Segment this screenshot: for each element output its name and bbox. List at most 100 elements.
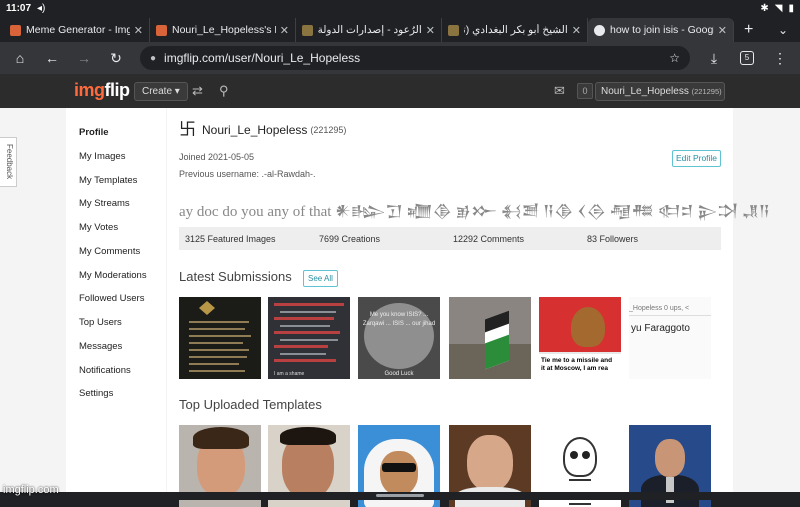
submission-thumbnail[interactable] bbox=[179, 297, 261, 379]
tab-title: الرُعود - إصدارات الدولة الإسلامية bbox=[318, 24, 422, 36]
sidebar-item-messages[interactable]: Messages bbox=[79, 341, 122, 352]
tab-title: how to join isis - Google bbox=[610, 24, 714, 36]
stat-followers[interactable]: 83 Followers bbox=[587, 234, 638, 244]
back-icon[interactable]: ← bbox=[38, 50, 66, 66]
notification-count[interactable]: 0 bbox=[577, 83, 593, 99]
browser-tab[interactable]: الرُعود - إصدارات الدولة الإسلامية ✕ bbox=[296, 18, 442, 42]
chevron-down-icon: ▾ bbox=[714, 100, 719, 101]
browser-tab-active[interactable]: how to join isis - Google ✕ bbox=[588, 18, 734, 42]
close-tab-icon[interactable]: ✕ bbox=[426, 24, 435, 37]
menu-kebab-icon[interactable]: ⋮ bbox=[766, 50, 794, 67]
bluetooth-icon: ✱ bbox=[760, 2, 769, 14]
user-menu-points: (221295) bbox=[691, 87, 722, 96]
wifi-icon: ◥ bbox=[774, 2, 783, 14]
site-header: imgflip Create ▾ ⇄ ⚲ ✉ 0 Nouri_Le_Hopele… bbox=[0, 74, 800, 108]
thumbnail-caption: I am a shame bbox=[274, 371, 305, 377]
tab-switcher-button[interactable]: 5 bbox=[740, 51, 754, 65]
close-tab-icon[interactable]: ✕ bbox=[280, 24, 289, 37]
sidebar-item-my-streams[interactable]: My Streams bbox=[79, 198, 130, 209]
create-dropdown-button[interactable]: Create ▾ bbox=[134, 82, 188, 101]
flag-graphic bbox=[485, 310, 509, 370]
stat-comments[interactable]: 12292 Comments bbox=[453, 234, 524, 244]
thumbnail-text: Me you know ISIS? ... Zarqawi ... ISIS .… bbox=[362, 312, 436, 327]
submission-thumbnail[interactable]: Tie me to a missile and it at Moscow, I … bbox=[539, 297, 621, 379]
sidebar-item-my-votes[interactable]: My Votes bbox=[79, 222, 118, 233]
browser-tab[interactable]: Nouri_Le_Hopeless's Profile ✕ bbox=[150, 18, 296, 42]
gesture-handle[interactable] bbox=[376, 494, 424, 497]
logo-flip: flip bbox=[104, 80, 131, 100]
browser-tab[interactable]: الشيخ أبو بكر البغدادي (تقبله ✕ bbox=[442, 18, 588, 42]
submission-thumbnail[interactable]: I am a shame bbox=[268, 297, 350, 379]
tab-title: Nouri_Le_Hopeless's Profile bbox=[172, 24, 276, 36]
stat-creations[interactable]: 7699 Creations bbox=[319, 234, 380, 244]
browser-tab-strip: Meme Generator - Imgflip ✕ Nouri_Le_Hope… bbox=[0, 16, 800, 42]
sidebar-item-followed-users[interactable]: Followed Users bbox=[79, 293, 144, 304]
tab-title: Meme Generator - Imgflip bbox=[26, 24, 130, 36]
thumbnail-text: yu Faraggoto bbox=[631, 323, 690, 334]
profile-points: (221295) bbox=[310, 125, 347, 135]
thumbnail-caption: Tie me to a missile and it at Moscow, I … bbox=[539, 354, 621, 379]
android-nav-bar bbox=[0, 492, 800, 500]
lock-icon[interactable]: ● bbox=[150, 53, 156, 64]
url-text: imgflip.com/user/Nouri_Le_Hopeless bbox=[164, 51, 361, 65]
close-tab-icon[interactable]: ✕ bbox=[134, 24, 143, 37]
submission-thumbnail[interactable]: Me you know ISIS? ... Zarqawi ... ISIS .… bbox=[358, 297, 440, 379]
feedback-tab[interactable]: Feedback bbox=[0, 137, 17, 187]
imgflip-favicon-icon bbox=[156, 24, 167, 36]
submission-thumbnail[interactable] bbox=[449, 297, 531, 379]
sidebar-item-settings[interactable]: Settings bbox=[79, 388, 113, 399]
profile-header: 卐 Nouri_Le_Hopeless (221295) bbox=[179, 120, 347, 139]
reload-icon[interactable]: ↻ bbox=[102, 50, 130, 67]
mail-icon[interactable]: ✉ bbox=[554, 83, 565, 99]
profile-bio: ay doc do you any of that 𒀭𒈗𒋛 𒁾𒆠 𒂊𒁍 𒈬𒍪 𒀀… bbox=[179, 204, 770, 220]
new-tab-button[interactable]: + bbox=[734, 18, 763, 42]
stat-featured-images[interactable]: 3125 Featured Images bbox=[185, 234, 276, 244]
tab-title: الشيخ أبو بكر البغدادي (تقبله bbox=[464, 24, 568, 36]
clock: 11:07 bbox=[6, 2, 32, 14]
profile-sidebar: Profile My Images My Templates My Stream… bbox=[66, 108, 166, 492]
site-favicon-icon bbox=[302, 24, 313, 36]
thumbnail-text: _Hopeless 0 ups, < bbox=[629, 305, 690, 312]
user-flair-icon: 卐 bbox=[179, 120, 196, 139]
submission-thumbnail[interactable]: _Hopeless 0 ups, < yu Faraggoto bbox=[629, 297, 711, 379]
google-favicon-icon bbox=[594, 24, 605, 36]
sidebar-item-top-users[interactable]: Top Users bbox=[79, 317, 122, 328]
sidebar-item-notifications[interactable]: Notifications bbox=[79, 365, 131, 376]
forward-icon[interactable]: → bbox=[70, 50, 98, 66]
home-icon[interactable]: ⌂ bbox=[6, 50, 34, 66]
close-tab-icon[interactable]: ✕ bbox=[572, 24, 581, 37]
user-menu-button[interactable]: Nouri_Le_Hopeless (221295) ▾ bbox=[595, 82, 725, 101]
browser-tab[interactable]: Meme Generator - Imgflip ✕ bbox=[4, 18, 150, 42]
user-menu-name: Nouri_Le_Hopeless bbox=[601, 86, 689, 97]
tab-overflow-icon[interactable]: ⌄ bbox=[766, 18, 800, 42]
logo-img: img bbox=[74, 80, 105, 100]
profile-main: 卐 Nouri_Le_Hopeless (221295) Joined 2021… bbox=[167, 108, 770, 507]
close-tab-icon[interactable]: ✕ bbox=[718, 24, 727, 37]
imgflip-logo[interactable]: imgflip bbox=[74, 80, 130, 101]
latest-submissions-title: Latest Submissions bbox=[179, 269, 292, 284]
joined-date: Joined 2021-05-05 bbox=[179, 152, 255, 162]
see-all-button[interactable]: See All bbox=[303, 270, 338, 287]
sidebar-item-my-templates[interactable]: My Templates bbox=[79, 175, 137, 186]
system-status-bar: 11:07 ◂) ✱ ◥ ▮ bbox=[0, 0, 800, 16]
profile-stats-bar: 3125 Featured Images 7699 Creations 1229… bbox=[179, 227, 721, 250]
imgflip-watermark: imgflip.com bbox=[3, 484, 59, 496]
volume-icon: ◂) bbox=[37, 2, 46, 14]
sidebar-item-profile[interactable]: Profile bbox=[79, 127, 109, 138]
previous-username: Previous username: .-al-Rawdah-. bbox=[179, 169, 316, 179]
shuffle-icon[interactable]: ⇄ bbox=[192, 83, 203, 99]
address-bar[interactable]: ● imgflip.com/user/Nouri_Le_Hopeless ☆ bbox=[140, 46, 690, 70]
search-icon[interactable]: ⚲ bbox=[219, 83, 229, 99]
bookmark-star-icon[interactable]: ☆ bbox=[669, 51, 680, 65]
site-favicon-icon bbox=[448, 24, 459, 36]
download-icon[interactable]: ⤓ bbox=[700, 50, 728, 67]
sidebar-item-my-images[interactable]: My Images bbox=[79, 151, 125, 162]
profile-username: Nouri_Le_Hopeless bbox=[202, 123, 308, 137]
edit-profile-button[interactable]: Edit Profile bbox=[672, 150, 721, 167]
imgflip-favicon-icon bbox=[10, 24, 21, 36]
thumbnail-caption: Good Luck bbox=[384, 371, 414, 377]
top-uploaded-templates-title: Top Uploaded Templates bbox=[179, 397, 322, 412]
sidebar-item-my-moderations[interactable]: My Moderations bbox=[79, 270, 147, 281]
emblem-graphic bbox=[199, 301, 215, 315]
sidebar-item-my-comments[interactable]: My Comments bbox=[79, 246, 140, 257]
